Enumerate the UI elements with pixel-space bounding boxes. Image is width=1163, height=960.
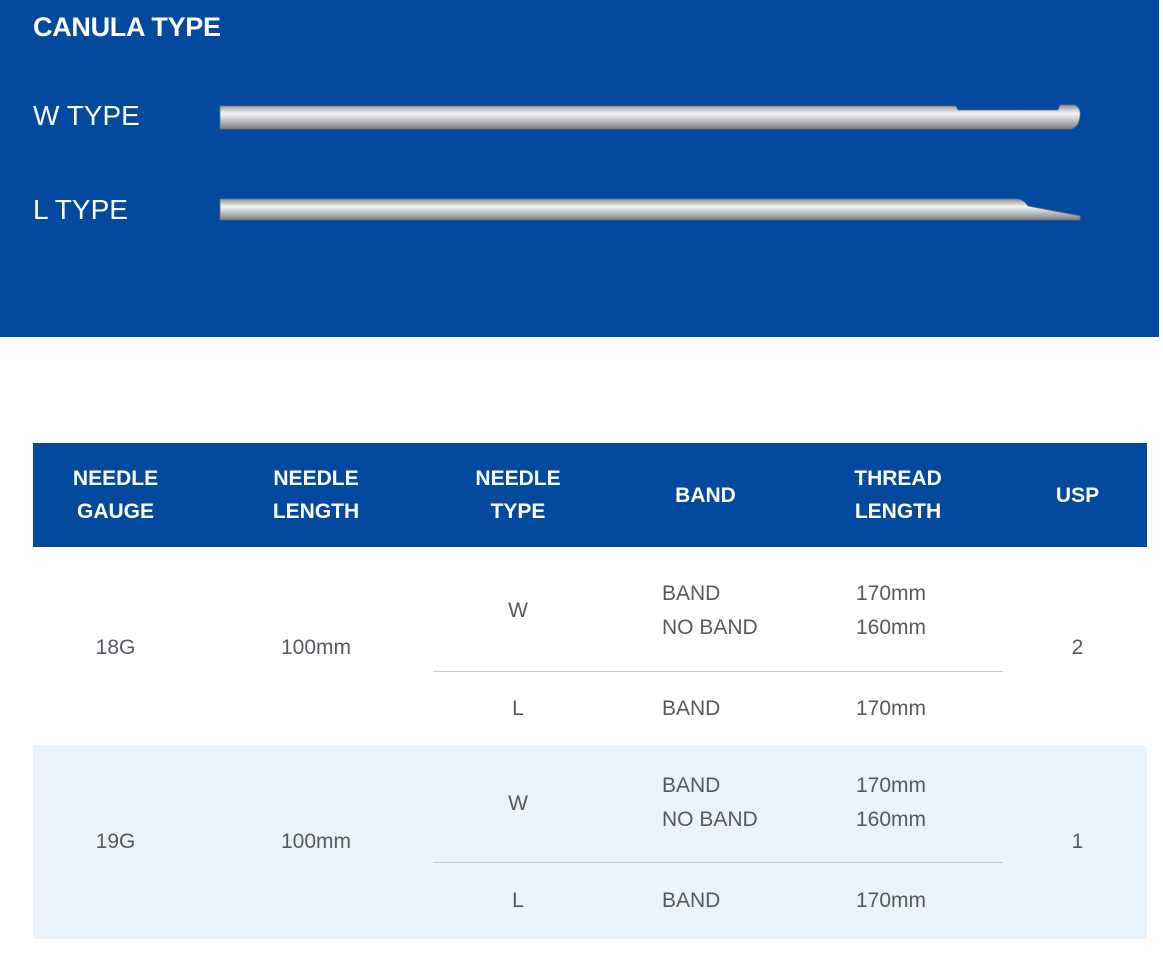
cell-type-l: L xyxy=(512,696,524,720)
cell-thread-l: 170mm xyxy=(856,889,927,912)
w-type-needle-image xyxy=(219,104,1081,130)
l-type-label: L TYPE xyxy=(33,194,128,225)
cell-length: 100mm xyxy=(280,830,352,853)
cell-band-l: BAND xyxy=(662,889,721,912)
table-row-group-18g: 18G 100mm 2 W BAND NO BAND 170mm 160mm L… xyxy=(33,551,1147,745)
cell-usp: 2 xyxy=(1071,636,1084,659)
cell-length: 100mm xyxy=(280,636,352,659)
header-usp: USP xyxy=(1055,483,1100,507)
canula-type-panel: CANULA TYPE W TYPE L TYPE xyxy=(0,0,1159,337)
cell-type-w: W xyxy=(508,599,528,622)
cell-band-l: BAND xyxy=(662,696,721,720)
cell-band-w: BAND NO BAND xyxy=(662,582,758,639)
cell-type-l: L xyxy=(512,889,524,912)
cell-gauge: 18G xyxy=(95,636,136,659)
cell-thread-l: 170mm xyxy=(856,696,927,720)
l-type-needle-image xyxy=(219,198,1081,221)
header-needle-gauge: NEEDLE GAUGE xyxy=(72,467,159,523)
needle-spec-table: NEEDLE GAUGE NEEDLE LENGTH NEEDLE TYPE B… xyxy=(33,443,1147,939)
header-thread-length: THREAD LENGTH xyxy=(854,467,942,523)
page: CANULA TYPE W TYPE L TYPE NEEDLE GAUGE N… xyxy=(0,0,1163,960)
table-row-group-19g: 19G 100mm 1 W BAND NO BAND 170mm 160mm L… xyxy=(33,745,1147,939)
header-needle-type: NEEDLE TYPE xyxy=(475,467,561,523)
header-band: BAND xyxy=(675,483,736,507)
header-needle-length: NEEDLE LENGTH xyxy=(272,467,360,523)
canula-title: CANULA TYPE xyxy=(33,12,221,42)
w-type-label: W TYPE xyxy=(33,100,140,131)
cell-type-w: W xyxy=(508,792,528,815)
table-header-row: NEEDLE GAUGE NEEDLE LENGTH NEEDLE TYPE B… xyxy=(33,443,1147,547)
cell-thread-w: 170mm 160mm xyxy=(856,774,927,831)
cell-gauge: 19G xyxy=(95,830,136,853)
cell-band-w: BAND NO BAND xyxy=(662,774,758,831)
cell-thread-w: 170mm 160mm xyxy=(856,582,927,639)
cell-usp: 1 xyxy=(1071,830,1084,853)
